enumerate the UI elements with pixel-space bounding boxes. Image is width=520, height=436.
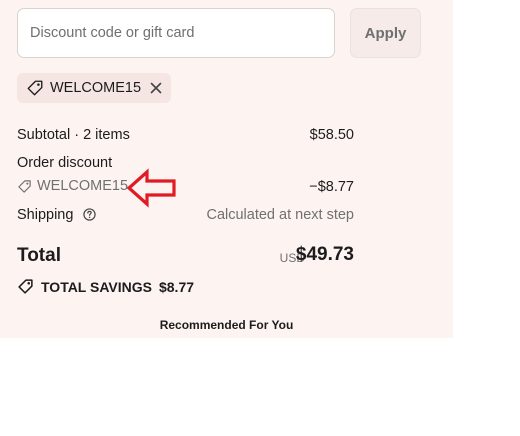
tag-icon bbox=[18, 279, 33, 294]
close-icon bbox=[150, 82, 162, 94]
apply-button[interactable]: Apply bbox=[350, 8, 421, 58]
total-savings-label: TOTAL SAVINGS bbox=[41, 278, 152, 295]
applied-discount-code: WELCOME15 bbox=[50, 80, 142, 96]
help-circle-icon[interactable] bbox=[83, 208, 97, 221]
subtotal-label: Subtotal · 2 items bbox=[17, 127, 130, 143]
order-summary-panel: Apply WELCOME15 Subtotal · 2 items $58.5… bbox=[0, 0, 453, 338]
shipping-label: Shipping bbox=[17, 207, 74, 223]
shipping-label-row: Shipping bbox=[17, 207, 97, 223]
order-discount-code-line: WELCOME15 bbox=[17, 178, 128, 194]
order-discount-code: WELCOME15 bbox=[37, 178, 129, 194]
order-discount-value: −$8.77 bbox=[309, 179, 354, 195]
discount-code-input[interactable] bbox=[17, 8, 335, 58]
total-value: $49.73 bbox=[295, 244, 354, 265]
remove-discount-button[interactable] bbox=[149, 81, 163, 95]
applied-discount-chip: WELCOME15 bbox=[17, 73, 171, 103]
subtotal-value: $58.50 bbox=[309, 127, 354, 143]
total-savings: TOTAL SAVINGS $8.77 bbox=[17, 278, 194, 295]
tag-icon bbox=[18, 179, 31, 193]
total-label: Total bbox=[17, 245, 61, 266]
total-savings-value: $8.77 bbox=[158, 278, 195, 295]
order-discount-label: Order discount bbox=[17, 155, 113, 171]
shipping-value: Calculated at next step bbox=[206, 207, 354, 223]
recommended-heading: Recommended For You bbox=[159, 318, 294, 332]
tag-icon bbox=[27, 80, 43, 96]
annotation-arrow-icon bbox=[126, 168, 176, 208]
